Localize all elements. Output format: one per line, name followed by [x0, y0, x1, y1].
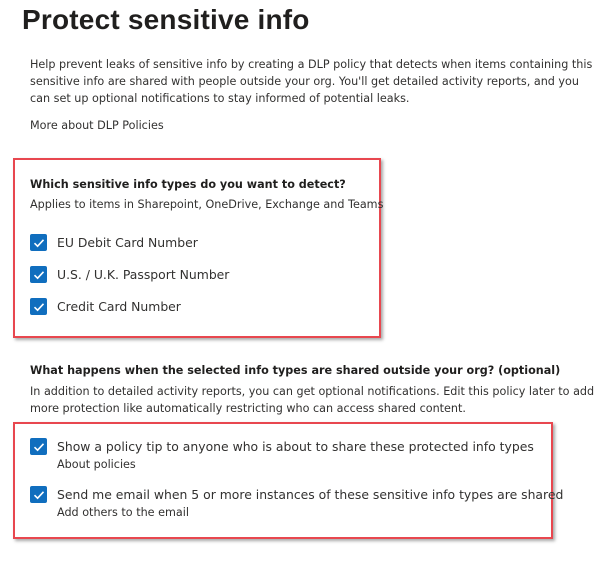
- add-others-link[interactable]: Add others to the email: [57, 506, 189, 519]
- checkbox-box[interactable]: [30, 486, 47, 503]
- checkbox-box[interactable]: [30, 298, 47, 315]
- checkbox-label: Show a policy tip to anyone who is about…: [57, 439, 534, 454]
- checkbox-send-email[interactable]: Send me email when 5 or more instances o…: [30, 486, 563, 503]
- about-policies-link[interactable]: About policies: [57, 458, 136, 471]
- checkmark-icon: [33, 302, 44, 311]
- checkbox-label: U.S. / U.K. Passport Number: [57, 267, 230, 282]
- checkmark-icon: [33, 490, 44, 499]
- checkmark-icon: [33, 270, 44, 279]
- checkbox-eu-debit-card[interactable]: EU Debit Card Number: [30, 234, 198, 251]
- checkbox-passport-number[interactable]: U.S. / U.K. Passport Number: [30, 266, 229, 283]
- checkbox-box[interactable]: [30, 438, 47, 455]
- checkbox-box[interactable]: [30, 234, 47, 251]
- notify-heading: What happens when the selected info type…: [30, 364, 561, 377]
- checkbox-box[interactable]: [30, 266, 47, 283]
- detect-subtext: Applies to items in Sharepoint, OneDrive…: [30, 198, 384, 211]
- notify-subtext: In addition to detailed activity reports…: [30, 385, 595, 415]
- page-title: Protect sensitive info: [22, 4, 310, 35]
- checkbox-credit-card[interactable]: Credit Card Number: [30, 298, 181, 315]
- checkbox-label: EU Debit Card Number: [57, 235, 198, 250]
- detect-heading: Which sensitive info types do you want t…: [30, 178, 346, 191]
- checkmark-icon: [33, 442, 44, 451]
- checkbox-label: Credit Card Number: [57, 299, 181, 314]
- intro-text: Help prevent leaks of sensitive info by …: [30, 58, 593, 105]
- checkmark-icon: [33, 238, 44, 247]
- checkbox-policy-tip[interactable]: Show a policy tip to anyone who is about…: [30, 438, 534, 455]
- more-about-dlp-link[interactable]: More about DLP Policies: [30, 119, 164, 132]
- checkbox-label: Send me email when 5 or more instances o…: [57, 487, 564, 502]
